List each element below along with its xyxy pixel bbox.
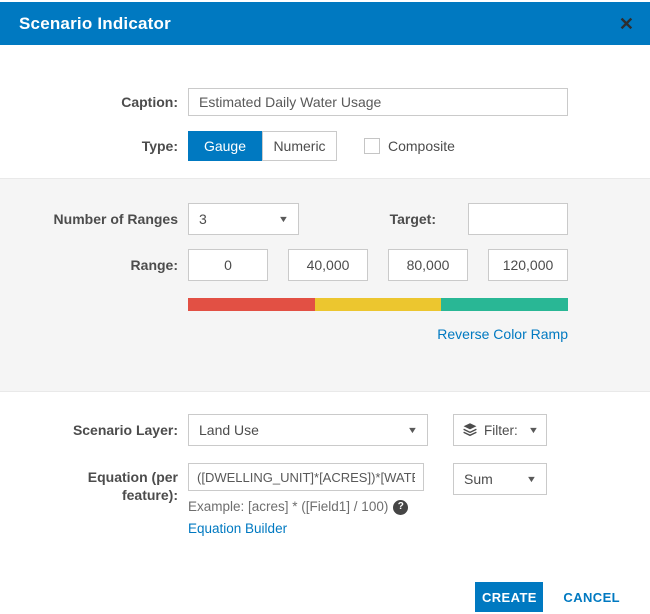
type-label: Type: xyxy=(141,138,178,154)
chevron-down-icon: ▼ xyxy=(277,214,290,224)
equation-example: Example: [acres] * ([Field1] / 100) ? xyxy=(188,499,424,515)
color-ramp xyxy=(188,298,569,311)
scenario-layer-row: Scenario Layer: Land Use ▼ Filter: ▼ xyxy=(0,414,650,446)
aggregation-dropdown[interactable]: Sum ▼ xyxy=(453,463,547,495)
dialog-footer: CREATE CANCEL xyxy=(0,582,650,612)
type-row: Type: Gauge Numeric Composite xyxy=(0,131,650,161)
equation-label: Equation (per feature): xyxy=(87,469,178,503)
equation-input[interactable] xyxy=(188,463,424,491)
reverse-ramp-row: Reverse Color Ramp xyxy=(0,326,650,343)
range-input-1[interactable] xyxy=(188,249,268,281)
type-option-numeric[interactable]: Numeric xyxy=(262,131,337,161)
aggregation-value: Sum xyxy=(464,471,493,487)
equation-row: Equation (per feature): Example: [acres]… xyxy=(0,463,650,536)
ranges-section: Number of Ranges 3 ▼ Target: Range: Rev xyxy=(0,178,650,392)
range-input-3[interactable] xyxy=(388,249,468,281)
scenario-layer-label: Scenario Layer: xyxy=(72,422,178,438)
chevron-down-icon: ▼ xyxy=(406,425,419,435)
close-icon[interactable]: ✕ xyxy=(619,15,634,33)
layers-icon xyxy=(463,423,477,437)
target-label: Target: xyxy=(389,211,436,227)
range-input-4[interactable] xyxy=(488,249,568,281)
caption-input[interactable] xyxy=(188,88,568,116)
caption-row: Caption: xyxy=(0,88,650,116)
equation-example-text: Example: [acres] * ([Field1] / 100) xyxy=(188,499,389,514)
filter-dropdown[interactable]: Filter: ▼ xyxy=(453,414,547,446)
equation-builder-link[interactable]: Equation Builder xyxy=(188,521,424,536)
number-of-ranges-label: Number of Ranges xyxy=(53,211,178,227)
reverse-color-ramp-link[interactable]: Reverse Color Ramp xyxy=(188,326,568,343)
color-ramp-row xyxy=(0,281,650,311)
caption-label: Caption: xyxy=(121,94,178,110)
range-label: Range: xyxy=(130,257,178,273)
type-option-gauge[interactable]: Gauge xyxy=(188,131,262,161)
chevron-down-icon: ▼ xyxy=(527,425,540,435)
dialog-title: Scenario Indicator xyxy=(19,13,171,33)
create-button[interactable]: CREATE xyxy=(475,582,544,612)
number-of-ranges-value: 3 xyxy=(199,211,207,227)
range-row: Range: xyxy=(0,249,650,281)
filter-label: Filter: xyxy=(484,422,518,438)
range-input-2[interactable] xyxy=(288,249,368,281)
composite-label: Composite xyxy=(388,138,455,154)
number-of-ranges-dropdown[interactable]: 3 ▼ xyxy=(188,203,299,235)
color-ramp-segment-red xyxy=(188,298,315,311)
number-of-ranges-row: Number of Ranges 3 ▼ Target: xyxy=(0,203,650,235)
target-input[interactable] xyxy=(468,203,568,235)
chevron-down-icon: ▼ xyxy=(525,474,538,484)
composite-checkbox[interactable] xyxy=(364,138,380,154)
scenario-layer-dropdown[interactable]: Land Use ▼ xyxy=(188,414,428,446)
color-ramp-segment-green xyxy=(441,298,569,311)
scenario-layer-value: Land Use xyxy=(199,422,259,438)
cancel-button[interactable]: CANCEL xyxy=(563,590,620,605)
dialog-titlebar: Scenario Indicator ✕ xyxy=(0,2,650,45)
color-ramp-segment-yellow xyxy=(314,298,442,311)
help-icon[interactable]: ? xyxy=(393,499,409,515)
